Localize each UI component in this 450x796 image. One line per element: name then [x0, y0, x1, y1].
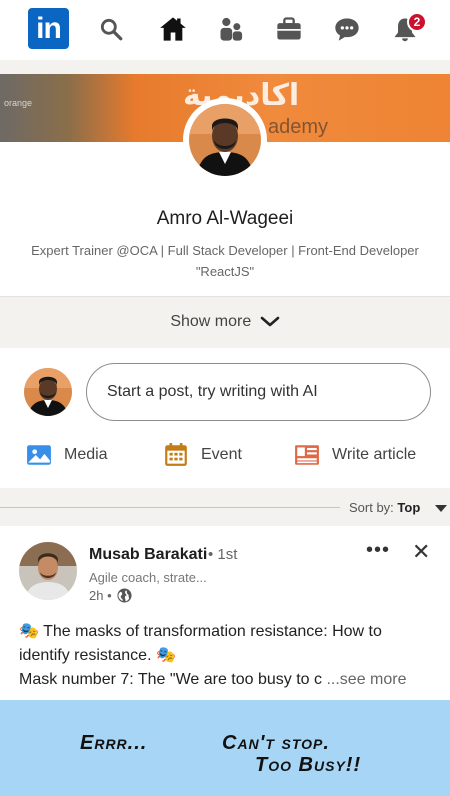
- close-icon[interactable]: ✕: [412, 541, 430, 563]
- divider: [0, 507, 340, 508]
- event-label: Event: [201, 446, 242, 463]
- masks-emoji-icon: 🎭: [155, 647, 176, 664]
- globe-icon: [117, 588, 132, 603]
- calendar-icon: [165, 443, 187, 466]
- post-image[interactable]: Errr... Can't stop. Too Busy!!: [0, 700, 450, 796]
- share-box: Start a post, try writing with AI Media …: [0, 348, 450, 488]
- post-body: 🎭 The masks of transformation resistance…: [19, 620, 434, 692]
- banner-english-text: ademy: [268, 116, 329, 138]
- media-button[interactable]: Media: [26, 440, 108, 470]
- start-post-input[interactable]: Start a post, try writing with AI: [86, 363, 431, 421]
- search-icon[interactable]: [96, 14, 126, 44]
- comic-text-1: Errr...: [80, 732, 148, 754]
- author-name[interactable]: Musab Barakati: [89, 546, 207, 564]
- post-time-text: 2h •: [89, 588, 112, 603]
- sort-label: Sort by:: [349, 500, 394, 515]
- author-avatar[interactable]: [19, 542, 77, 600]
- post-text-line-1: The masks of transformation resistance: …: [43, 623, 382, 640]
- sort-bar: Sort by: Top: [0, 497, 450, 519]
- connection-degree: • 1st: [208, 546, 238, 563]
- feed-post: Musab Barakati • 1st Agile coach, strate…: [0, 526, 450, 796]
- home-icon[interactable]: [158, 14, 188, 44]
- event-button[interactable]: Event: [163, 440, 242, 470]
- user-avatar[interactable]: [24, 368, 72, 416]
- comic-text-3: Too Busy!!: [255, 754, 362, 776]
- my-network-icon[interactable]: [216, 14, 246, 44]
- post-text-line-3: Mask number 7: The "We are too busy to c: [19, 671, 323, 688]
- profile-headline: Expert Trainer @OCA | Full Stack Develop…: [31, 243, 419, 279]
- see-more-link[interactable]: ...see more: [326, 671, 406, 688]
- profile-card: orange اكاديمية ademy Amro Al-Wageei Exp…: [0, 74, 450, 346]
- jobs-icon[interactable]: [274, 14, 304, 44]
- messaging-icon[interactable]: [332, 14, 362, 44]
- masks-emoji-icon: 🎭: [19, 623, 39, 640]
- show-more-button[interactable]: Show more: [0, 296, 450, 346]
- more-options-icon[interactable]: •••: [366, 540, 390, 560]
- profile-name[interactable]: Amro Al-Wageei: [0, 208, 450, 230]
- linkedin-logo[interactable]: in: [28, 8, 69, 49]
- sort-value: Top: [397, 500, 421, 515]
- write-article-label: Write article: [332, 446, 417, 463]
- author-title: Agile coach, strate...: [89, 570, 207, 585]
- caret-down-icon[interactable]: [435, 505, 447, 512]
- banner-logo-text: orange: [4, 98, 33, 108]
- post-text-line-2: identify resistance.: [19, 647, 152, 664]
- profile-avatar[interactable]: [183, 98, 267, 182]
- notification-badge: 2: [407, 12, 427, 32]
- show-more-label: Show more: [170, 313, 252, 330]
- image-icon: [27, 445, 51, 465]
- media-label: Media: [64, 446, 108, 463]
- sort-dropdown[interactable]: Sort by: Top: [349, 500, 420, 515]
- article-icon: [295, 445, 319, 465]
- chevron-down-icon: [260, 316, 279, 327]
- top-nav: in 2: [0, 0, 450, 60]
- comic-text-2: Can't stop.: [222, 732, 330, 754]
- write-article-button[interactable]: Write article: [294, 440, 416, 470]
- post-timestamp: 2h •: [89, 588, 132, 603]
